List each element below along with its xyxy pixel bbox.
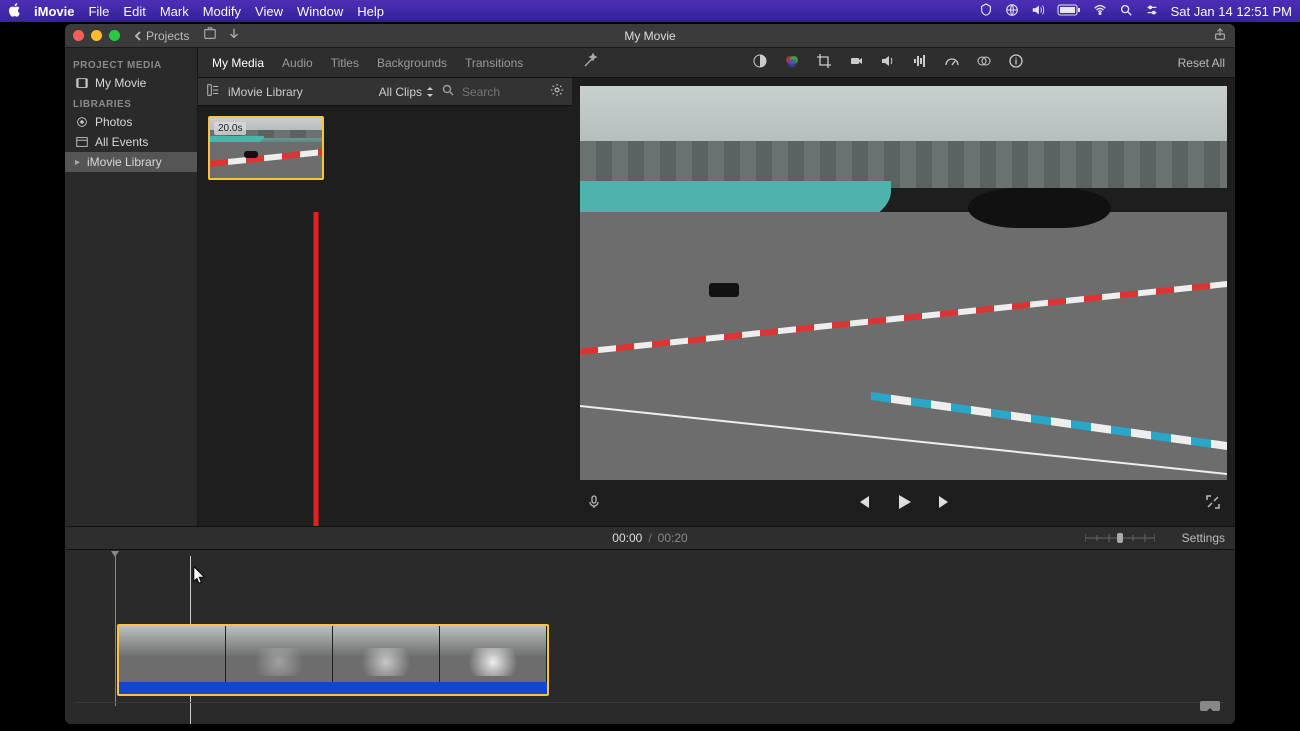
enhance-wand-icon[interactable] [582, 53, 598, 72]
sidebar-item-my-movie[interactable]: My Movie [65, 73, 197, 93]
gear-icon[interactable] [550, 83, 564, 100]
sidebar-item-photos[interactable]: Photos [65, 112, 197, 132]
timeline-start-marker [115, 556, 116, 706]
tab-backgrounds[interactable]: Backgrounds [377, 56, 447, 70]
color-correction-icon[interactable] [784, 53, 800, 72]
viewer: Reset All [572, 48, 1235, 526]
time-current: 00:00 [612, 531, 642, 545]
menubar-clock[interactable]: Sat Jan 14 12:51 PM [1171, 4, 1292, 19]
clip-filter-icon[interactable] [976, 53, 992, 72]
clip-thumbnail[interactable]: 20.0s [208, 116, 324, 180]
fullscreen-icon[interactable] [1205, 494, 1221, 513]
reset-all-button[interactable]: Reset All [1178, 56, 1225, 70]
time-total: 00:20 [658, 531, 688, 545]
menu-help[interactable]: Help [357, 4, 384, 19]
browser-tabs: My Media Audio Titles Backgrounds Transi… [198, 48, 572, 78]
spotlight-icon[interactable] [1119, 3, 1133, 20]
titlebar: Projects My Movie [65, 24, 1235, 48]
sidebar-item-all-events[interactable]: All Events [65, 132, 197, 152]
audio-track[interactable] [119, 682, 547, 694]
macos-menubar: iMovie File Edit Mark Modify View Window… [0, 0, 1300, 22]
sidebar-item-label: All Events [95, 135, 148, 149]
chevron-right-icon: ▸ [75, 157, 81, 168]
timeline-clip[interactable] [117, 624, 549, 696]
back-to-projects-button[interactable]: Projects [132, 29, 189, 43]
time-sep: / [648, 531, 651, 545]
sidebar-section-libraries: LIBRARIES [65, 93, 197, 112]
stabilization-icon[interactable] [848, 53, 864, 72]
time-display-bar: 00:00 / 00:20 Settings [65, 526, 1235, 550]
window-title: My Movie [624, 29, 675, 43]
menu-edit[interactable]: Edit [123, 4, 145, 19]
minimize-button[interactable] [91, 30, 102, 41]
menu-file[interactable]: File [88, 4, 109, 19]
playback-controls [572, 480, 1235, 526]
apple-menu-icon[interactable] [8, 3, 22, 20]
app-name[interactable]: iMovie [34, 4, 74, 19]
battery-icon[interactable] [1057, 4, 1081, 19]
library-name: iMovie Library [228, 85, 371, 99]
import-button[interactable] [203, 27, 217, 44]
locale-icon[interactable] [1005, 3, 1019, 20]
search-input[interactable] [462, 85, 542, 99]
info-icon[interactable] [1008, 53, 1024, 72]
control-center-icon[interactable] [1145, 3, 1159, 20]
sidebar: PROJECT MEDIA My Movie LIBRARIES Photos … [65, 48, 198, 526]
sidebar-item-label: iMovie Library [87, 155, 162, 169]
menu-view[interactable]: View [255, 4, 283, 19]
volume-icon[interactable] [1031, 3, 1045, 20]
sidebar-item-label: My Movie [95, 76, 146, 90]
clip-duration-badge: 20.0s [214, 122, 246, 135]
search-icon [442, 84, 454, 99]
share-button[interactable] [1213, 27, 1227, 44]
tab-transitions[interactable]: Transitions [465, 56, 523, 70]
timeline-footer [75, 702, 1225, 720]
color-balance-icon[interactable] [752, 53, 768, 72]
annotation-arrow [301, 212, 331, 580]
sidebar-item-imovie-library[interactable]: ▸ iMovie Library [65, 152, 197, 172]
preview-canvas[interactable] [580, 86, 1227, 480]
timeline-settings-button[interactable]: Settings [1182, 531, 1225, 545]
sidebar-section-project-media: PROJECT MEDIA [65, 54, 197, 73]
media-browser: My Media Audio Titles Backgrounds Transi… [198, 48, 572, 526]
zoom-button[interactable] [109, 30, 120, 41]
tab-audio[interactable]: Audio [282, 56, 313, 70]
wifi-icon[interactable] [1093, 3, 1107, 20]
mouse-cursor-icon [193, 566, 207, 584]
zoom-slider[interactable] [1085, 532, 1155, 544]
clip-filter-dropdown[interactable]: All Clips [379, 85, 434, 99]
vr-icon[interactable] [1199, 699, 1221, 716]
voiceover-mic-icon[interactable] [586, 494, 602, 513]
viewer-toolbar: Reset All [572, 48, 1235, 78]
volume-adjust-icon[interactable] [880, 53, 896, 72]
crop-icon[interactable] [816, 53, 832, 72]
speed-icon[interactable] [944, 53, 960, 72]
next-frame-button[interactable] [936, 493, 954, 514]
status-icon[interactable] [979, 3, 993, 20]
download-icon[interactable] [227, 27, 241, 44]
menu-mark[interactable]: Mark [160, 4, 189, 19]
noise-eq-icon[interactable] [912, 53, 928, 72]
imovie-window: Projects My Movie PROJECT MEDIA My Movie… [65, 24, 1235, 724]
menu-modify[interactable]: Modify [203, 4, 241, 19]
close-button[interactable] [73, 30, 84, 41]
list-view-icon[interactable] [206, 83, 220, 100]
prev-frame-button[interactable] [854, 493, 872, 514]
back-label: Projects [146, 29, 189, 43]
tab-my-media[interactable]: My Media [212, 56, 264, 70]
tab-titles[interactable]: Titles [331, 56, 359, 70]
menu-window[interactable]: Window [297, 4, 343, 19]
clip-grid[interactable]: 20.0s [198, 106, 572, 526]
timeline[interactable] [65, 550, 1235, 724]
browser-toolbar: iMovie Library All Clips [198, 78, 572, 106]
sidebar-item-label: Photos [95, 115, 132, 129]
play-button[interactable] [894, 492, 914, 515]
